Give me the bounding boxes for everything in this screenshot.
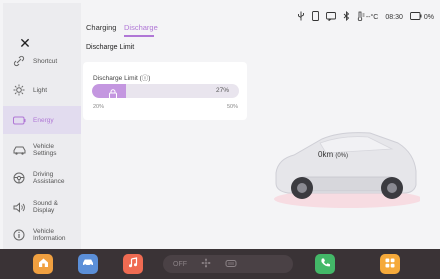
sidebar-item-vehicle-information[interactable]: Vehicle Information	[3, 221, 81, 249]
app-launcher-button[interactable]	[380, 254, 400, 274]
discharge-limit-slider[interactable]: 27%	[92, 84, 239, 98]
battery-percent: 0%	[423, 13, 434, 21]
sidebar-item-label: Vehicle Information	[33, 228, 66, 242]
sidebar-item-label: Vehicle Settings	[33, 143, 57, 157]
link-icon	[12, 54, 26, 68]
range-value: 0km	[318, 150, 334, 159]
screen: ✕ Shortcut Light Energy Vehicle Settings	[0, 0, 440, 279]
grid-icon	[385, 255, 395, 273]
lock-icon	[108, 86, 118, 98]
bluetooth-icon	[343, 10, 350, 23]
music-app-button[interactable]	[123, 254, 143, 274]
sun-icon	[12, 83, 26, 97]
phone-icon	[311, 11, 319, 23]
vehicle-app-button[interactable]	[78, 254, 98, 274]
message-icon	[325, 11, 336, 23]
info-icon	[12, 228, 26, 242]
discharge-limit-label: Discharge Limit (ⓘ)	[93, 75, 151, 82]
sidebar-item-energy[interactable]: Energy	[3, 106, 81, 134]
range-min-label: 20%	[93, 104, 105, 110]
discharge-limit-card: Discharge Limit (ⓘ) 27% 20% 50%	[83, 62, 247, 120]
status-bar: --°C 08:30 0%	[297, 10, 434, 23]
temperature-indicator: --°C	[357, 11, 379, 23]
slider-value: 27%	[215, 87, 229, 94]
sidebar-item-label: Energy	[33, 116, 54, 124]
temperature-value: --°C	[365, 13, 379, 21]
fan-icon[interactable]	[201, 258, 211, 270]
tab-charging[interactable]: Charging	[86, 23, 116, 32]
range-readout: 0km (0%)	[318, 150, 348, 159]
rear-wheel	[381, 177, 403, 199]
sidebar-item-light[interactable]: Light	[3, 76, 81, 104]
sidebar-item-label: Driving Assistance	[33, 171, 65, 185]
car-app-icon	[82, 255, 94, 273]
sidebar-item-driving-assistance[interactable]: Driving Assistance	[3, 164, 81, 192]
sidebar-item-shortcut[interactable]: Shortcut	[3, 47, 81, 75]
climate-control[interactable]: OFF	[163, 255, 293, 273]
sidebar-item-sound-display[interactable]: Sound & Display	[3, 193, 81, 221]
steering-wheel-icon	[12, 171, 26, 185]
phone-call-icon	[320, 255, 331, 273]
battery-icon	[12, 113, 26, 127]
seat-heat-icon[interactable]	[225, 259, 237, 270]
home-button[interactable]	[33, 254, 53, 274]
thermometer-icon	[357, 11, 365, 23]
tab-discharge[interactable]: Discharge	[124, 23, 158, 32]
sidebar: ✕ Shortcut Light Energy Vehicle Settings	[3, 3, 81, 249]
home-icon	[38, 255, 49, 273]
front-wheel	[291, 177, 313, 199]
sidebar-item-label: Sound & Display	[33, 200, 58, 214]
vehicle-illustration	[270, 125, 422, 210]
climate-status: OFF	[173, 260, 187, 268]
car-icon	[12, 143, 26, 157]
range-percent: (0%)	[335, 153, 349, 159]
active-tab-indicator	[124, 35, 154, 37]
sidebar-item-label: Light	[33, 86, 48, 94]
clock-time: 08:30	[385, 13, 403, 21]
range-max-label: 50%	[226, 104, 238, 110]
battery-status: 0%	[409, 12, 434, 22]
usb-icon	[297, 11, 305, 23]
section-title: Discharge Limit	[86, 44, 135, 51]
speaker-icon	[12, 200, 26, 214]
music-icon	[128, 255, 138, 273]
sidebar-item-vehicle-settings[interactable]: Vehicle Settings	[3, 136, 81, 164]
sidebar-item-label: Shortcut	[33, 57, 58, 65]
phone-app-button[interactable]	[315, 254, 335, 274]
battery-status-icon	[409, 12, 422, 22]
